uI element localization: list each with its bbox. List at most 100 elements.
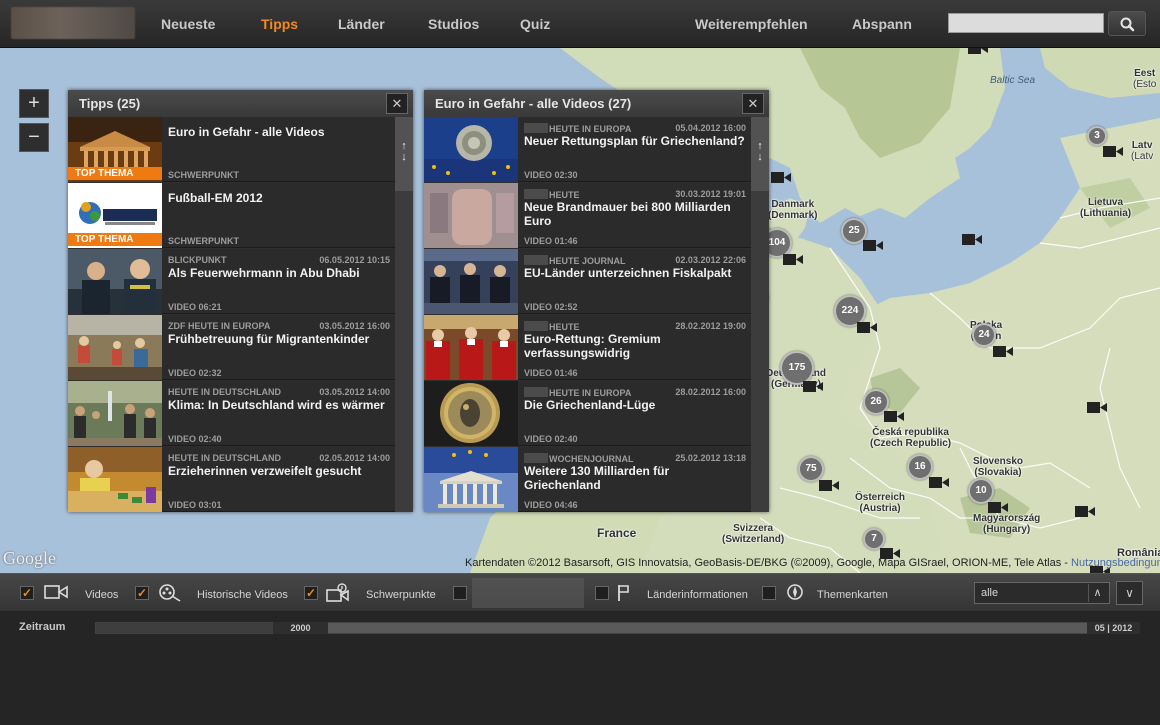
nav-neueste[interactable]: Neueste [161, 16, 215, 32]
nav-tipps[interactable]: Tipps [261, 16, 298, 32]
checkbox-laenderinformationen[interactable] [595, 586, 609, 600]
item-title: Neuer Rettungsplan für Griechenland? [524, 134, 745, 148]
video-marker-icon[interactable] [819, 480, 839, 491]
item-title: Erzieherinnen verzweifelt gesucht [168, 464, 362, 478]
label-france: France [597, 526, 637, 540]
item-meta: HEUTE 28.02.2012 19:00 Euro-Rettung: Gre… [524, 321, 746, 379]
nav-quiz[interactable]: Quiz [520, 16, 550, 32]
panel-title: Euro in Gefahr - alle Videos (27) [435, 96, 632, 111]
filter-label-videos[interactable]: Videos [85, 589, 118, 601]
list-item[interactable]: ZDF HEUTE IN EUROPA 03.05.2012 16:00 Frü… [68, 315, 395, 380]
filter-label-laenderinformationen[interactable]: Länderinformationen [647, 589, 748, 601]
map-cluster[interactable]: 10 [968, 478, 994, 504]
nav-abspann[interactable]: Abspann [852, 16, 912, 32]
video-marker-icon[interactable] [988, 502, 1008, 513]
zoom-in-button[interactable]: + [19, 89, 49, 118]
timeline-start-handle[interactable]: 2000 [273, 622, 328, 634]
checkbox-themenkarten[interactable] [762, 586, 776, 600]
video-marker-icon[interactable] [993, 346, 1013, 357]
item-meta: HEUTE IN EUROPA 28.02.2012 16:00 Die Gri… [524, 387, 746, 445]
list-item[interactable]: HEUTE IN EUROPA 28.02.2012 16:00 Die Gri… [424, 381, 751, 446]
item-date: 05.04.2012 16:00 [675, 123, 746, 133]
chevron-up-icon[interactable]: ∧ [1088, 584, 1106, 602]
item-source: WOCHENJOURNAL [524, 453, 634, 464]
item-meta: HEUTE IN DEUTSCHLAND 02.05.2012 14:00 Er… [168, 453, 390, 511]
item-meta: BLICKPUNKT 06.05.2012 10:15 Als Feuerweh… [168, 255, 390, 313]
map-cluster[interactable]: 175 [780, 351, 814, 385]
zoom-out-button[interactable]: − [19, 123, 49, 152]
label-lithuania: Lietuva (Lithuania) [1080, 197, 1132, 219]
list-item[interactable]: HEUTE 30.03.2012 19:01 Neue Brandmauer b… [424, 183, 751, 248]
thumbnail: TOP THEMA [68, 183, 162, 248]
filter-label-themenkarten[interactable]: Themenkarten [817, 589, 888, 601]
logo[interactable] [11, 7, 135, 39]
item-source: HEUTE JOURNAL [524, 255, 626, 266]
video-marker-icon[interactable] [1075, 506, 1095, 517]
chevron-down-icon[interactable]: ∨ [1116, 581, 1143, 605]
item-source: HEUTE [524, 321, 580, 332]
video-marker-icon[interactable] [1103, 146, 1123, 157]
item-meta: HEUTE IN DEUTSCHLAND 03.05.2012 14:00 Kl… [168, 387, 390, 445]
list-item[interactable]: BLICKPUNKT 06.05.2012 10:15 Als Feuerweh… [68, 249, 395, 314]
video-marker-icon[interactable] [962, 234, 982, 245]
scrollbar-thumb[interactable]: ↑ ↓ [751, 117, 769, 191]
nav-weiterempfehlen[interactable]: Weiterempfehlen [695, 16, 808, 32]
scrollbar-thumb[interactable]: ↑ ↓ [395, 117, 413, 191]
item-duration: VIDEO 02:30 [524, 170, 578, 180]
scrollbar[interactable]: ↑ ↓ [395, 117, 413, 512]
theme-select[interactable]: alle ∧ [974, 582, 1110, 604]
list-item[interactable]: HEUTE JOURNAL 02.03.2012 22:06 EU-Länder… [424, 249, 751, 314]
video-marker-icon[interactable] [929, 477, 949, 488]
map-cluster[interactable]: 7 [863, 528, 885, 550]
list-item[interactable]: TOP THEMA Fußball-EM 2012 SCHWERPUNKT [68, 183, 395, 248]
video-marker-icon[interactable] [857, 322, 877, 333]
list-item[interactable]: WOCHENJOURNAL 25.02.2012 13:18 Weitere 1… [424, 447, 751, 512]
terms-link[interactable]: Nutzungsbedingungen [1071, 557, 1160, 569]
list-item[interactable]: TOP THEMA Euro in Gefahr - alle Videos S… [68, 117, 395, 182]
filter-label-schwerpunkte[interactable]: Schwerpunkte [366, 589, 436, 601]
nav-laender[interactable]: Länder [338, 16, 385, 32]
video-marker-icon[interactable] [863, 240, 883, 251]
item-duration: VIDEO 02:32 [168, 368, 222, 378]
timeline-end-handle[interactable]: 05 | 2012 [1087, 622, 1140, 634]
close-button[interactable]: ✕ [386, 93, 408, 114]
item-meta: Fußball-EM 2012 SCHWERPUNKT [168, 189, 390, 247]
video-marker-icon[interactable] [968, 48, 988, 54]
item-source: ZDF HEUTE IN EUROPA [168, 321, 271, 331]
item-title: Fußball-EM 2012 [168, 191, 263, 205]
label-denmark: Danmark (Denmark) [768, 199, 818, 221]
thumbnail [68, 381, 162, 446]
checkbox-hidden-filter[interactable] [453, 586, 467, 600]
thumbnail [424, 117, 518, 182]
map-cluster[interactable]: 3 [1087, 126, 1107, 146]
video-marker-icon[interactable] [803, 381, 823, 392]
timeline-track[interactable]: 2000 05 | 2012 [95, 622, 1140, 634]
list-item[interactable]: HEUTE 28.02.2012 19:00 Euro-Rettung: Gre… [424, 315, 751, 380]
video-marker-icon[interactable] [771, 172, 791, 183]
scrollbar[interactable]: ↑ ↓ [751, 117, 769, 512]
label-estonia: Eest (Esto [1133, 68, 1157, 90]
checkbox-videos[interactable]: ✓ [20, 586, 34, 600]
item-title: Euro-Rettung: Gremium verfassungswidrig [524, 332, 661, 360]
search-button[interactable] [1108, 11, 1146, 36]
tipps-panel-header: Tipps (25) [68, 90, 413, 117]
item-title: Frühbetreuung für Migrantenkinder [168, 332, 370, 346]
nav-studios[interactable]: Studios [428, 16, 479, 32]
label-baltic-sea: Baltic Sea [990, 75, 1036, 86]
video-marker-icon[interactable] [1087, 402, 1107, 413]
thumbnail: TOP THEMA [68, 117, 162, 182]
list-item[interactable]: HEUTE IN DEUTSCHLAND 03.05.2012 14:00 Kl… [68, 381, 395, 446]
item-meta: HEUTE IN EUROPA 05.04.2012 16:00 Neuer R… [524, 123, 746, 181]
list-item[interactable]: HEUTE IN EUROPA 05.04.2012 16:00 Neuer R… [424, 117, 751, 182]
map-cluster[interactable]: 75 [798, 456, 824, 482]
checkbox-schwerpunkte[interactable]: ✓ [304, 586, 318, 600]
map-cluster[interactable]: 24 [972, 323, 996, 347]
checkbox-historic-videos[interactable]: ✓ [135, 586, 149, 600]
filter-label-historic-videos[interactable]: Historische Videos [197, 589, 288, 601]
video-marker-icon[interactable] [783, 254, 803, 265]
search-input[interactable] [948, 13, 1104, 33]
item-title: EU-Länder unterzeichnen Fiskalpakt [524, 266, 732, 280]
close-button[interactable]: ✕ [742, 93, 764, 114]
video-marker-icon[interactable] [884, 411, 904, 422]
list-item[interactable]: HEUTE IN DEUTSCHLAND 02.05.2012 14:00 Er… [68, 447, 395, 512]
